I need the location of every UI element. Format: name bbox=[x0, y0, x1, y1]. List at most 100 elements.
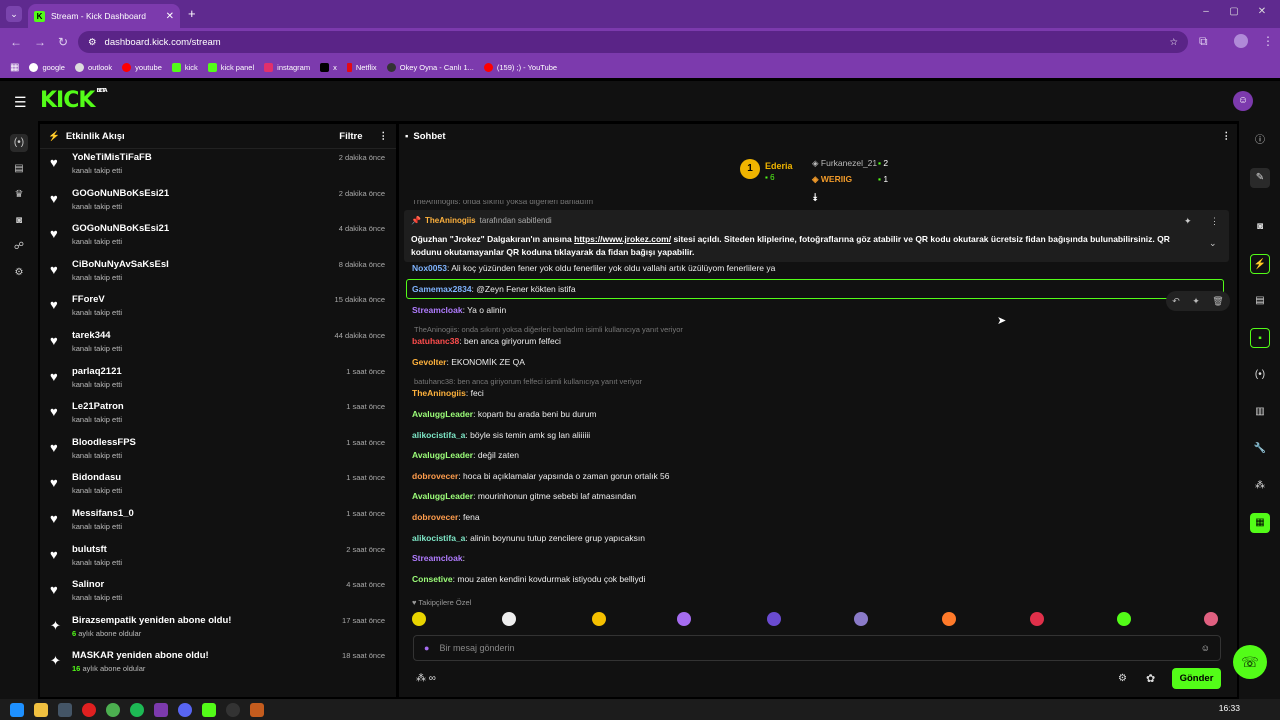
bookmark-kick-panel[interactable]: kick panel bbox=[207, 62, 254, 72]
moderation-shield-icon[interactable]: ◙ bbox=[1250, 217, 1270, 237]
activity-user[interactable]: Birazsempatik yeniden abone oldu! bbox=[72, 615, 231, 626]
unpin-icon[interactable]: ✦ bbox=[1184, 216, 1192, 227]
layout-icon[interactable]: ▥ bbox=[1250, 402, 1270, 422]
tab-close-icon[interactable]: ✕ bbox=[166, 11, 174, 22]
pinned-menu-icon[interactable]: ⋮ bbox=[1210, 216, 1219, 227]
chat-username[interactable]: AvaluggLeader bbox=[412, 450, 473, 460]
chat-message[interactable]: Gevolter: EKONOMİK ZE QA bbox=[412, 357, 525, 367]
tab-search-button[interactable]: ⌄ bbox=[6, 6, 22, 22]
expand-pinned-icon[interactable]: ⌄ bbox=[1209, 238, 1217, 249]
community-icon[interactable]: ☍ bbox=[10, 238, 28, 256]
edit-icon[interactable]: ✎ bbox=[1250, 168, 1270, 188]
emoji-icon[interactable]: ☺ bbox=[1201, 643, 1210, 653]
reload-icon[interactable]: ↻ bbox=[58, 35, 68, 49]
chat-username[interactable]: alikocistifa_a bbox=[412, 430, 465, 440]
stream-icon[interactable]: (•) bbox=[1250, 365, 1270, 385]
pin-message-icon[interactable]: ✦ bbox=[1192, 296, 1200, 307]
chat-message[interactable]: dobrovecer: hoca bi açıklamalar yapsında… bbox=[412, 471, 670, 481]
community-points-icon[interactable]: ⁂ bbox=[1250, 476, 1270, 496]
chat-username[interactable]: Streamcloak bbox=[412, 553, 463, 563]
chat-username[interactable]: Gamemax2834 bbox=[412, 284, 472, 294]
gifter-leaderboard[interactable]: 1 Ederia ▪ 6 ◈ Furkanezel_21 ▪ 2 ◈ WERII… bbox=[740, 155, 900, 187]
chat-username[interactable]: AvaluggLeader bbox=[412, 491, 473, 501]
emote-6[interactable] bbox=[854, 612, 868, 626]
close-window-button[interactable]: ✕ bbox=[1252, 6, 1272, 17]
chat-username[interactable]: Streamcloak bbox=[412, 305, 463, 315]
bookmark-instagram[interactable]: instagram bbox=[264, 62, 310, 72]
bookmark-x[interactable]: x bbox=[320, 62, 337, 72]
delete-icon[interactable]: 🗑 bbox=[1212, 296, 1223, 307]
chat-message[interactable]: AvaluggLeader: kopartı bu arada beni bu … bbox=[412, 409, 596, 419]
filter-button[interactable]: Filtre bbox=[339, 131, 362, 142]
support-chat-button[interactable]: ☏ bbox=[1233, 645, 1267, 679]
chat-toggle-icon[interactable]: ▪ bbox=[1250, 328, 1270, 348]
emote-9[interactable] bbox=[1117, 612, 1131, 626]
discord-icon[interactable] bbox=[178, 702, 192, 717]
chat-message[interactable]: Streamcloak: bbox=[412, 553, 465, 563]
chat-username[interactable]: alikocistifa_a bbox=[412, 533, 465, 543]
avatar[interactable]: ☺ bbox=[1233, 91, 1253, 111]
scroll-chat-icon[interactable]: ⯯ bbox=[812, 192, 819, 205]
chat-settings-icon[interactable]: ⚙ bbox=[1118, 673, 1127, 684]
mic-icon[interactable]: ● bbox=[424, 643, 429, 653]
chat-username[interactable]: Gevolter bbox=[412, 357, 447, 367]
moderation-icon[interactable]: ◙ bbox=[10, 212, 28, 230]
emote-10[interactable] bbox=[1204, 612, 1218, 626]
chat-username[interactable]: TheAninogiis bbox=[412, 388, 466, 398]
bookmark-youtube-2[interactable]: (159) ;) - YouTube bbox=[483, 62, 557, 72]
activity-user[interactable]: Le21Patron bbox=[72, 401, 124, 412]
activity-menu-icon[interactable]: ⋮ bbox=[379, 131, 389, 142]
chat-username[interactable]: AvaluggLeader bbox=[412, 409, 473, 419]
minimize-button[interactable]: – bbox=[1196, 6, 1216, 17]
site-info-icon[interactable]: ⚙ bbox=[88, 37, 97, 48]
bookmark-outlook[interactable]: outlook bbox=[74, 62, 112, 72]
emote-3[interactable] bbox=[592, 612, 606, 626]
settings-icon[interactable]: ⚙ bbox=[10, 264, 28, 282]
send-button[interactable]: Gönder bbox=[1172, 668, 1221, 689]
analytics-icon[interactable]: ▤ bbox=[10, 160, 28, 178]
emote-8[interactable] bbox=[1030, 612, 1044, 626]
emote-5[interactable] bbox=[767, 612, 781, 626]
trophy-icon[interactable]: ♛ bbox=[10, 186, 28, 204]
activity-user[interactable]: FForeV bbox=[72, 294, 122, 305]
activity-user[interactable]: parlaq2121 bbox=[72, 366, 122, 377]
browser-menu-icon[interactable]: ⋮ bbox=[1262, 34, 1274, 48]
tools-icon[interactable]: 🔧 bbox=[1250, 439, 1270, 459]
bookmark-kick[interactable]: kick bbox=[171, 62, 198, 72]
chat-message[interactable]: alikocistifa_a: böyle sis temin amk sg l… bbox=[412, 430, 590, 440]
chat-message[interactable]: Nox0053: Ali koç yüzünden fener yok oldu… bbox=[412, 263, 775, 273]
chat-message[interactable]: dobrovecer: fena bbox=[412, 512, 480, 522]
pinned-link[interactable]: https://www.jrokez.com/ bbox=[574, 234, 671, 244]
chat-username[interactable]: dobrovecer bbox=[412, 471, 458, 481]
bookmark-youtube[interactable]: youtube bbox=[122, 62, 162, 72]
chrome-icon[interactable] bbox=[106, 702, 120, 717]
info-icon[interactable]: ⓘ bbox=[1250, 131, 1270, 151]
activity-user[interactable]: tarek344 bbox=[72, 330, 122, 341]
forward-icon[interactable]: → bbox=[34, 35, 46, 49]
clip-icon[interactable]: ▦ bbox=[1250, 513, 1270, 533]
chat-username[interactable]: dobrovecer bbox=[412, 512, 458, 522]
emote-7[interactable] bbox=[942, 612, 956, 626]
activity-user[interactable]: GOGoNuNBoKsEsi21 bbox=[72, 188, 169, 199]
bookmark-star-icon[interactable]: ☆ bbox=[1169, 37, 1178, 48]
chat-message[interactable]: Gamemax2834: @Zeyn Fener kökten istifa bbox=[412, 284, 576, 294]
maximize-button[interactable]: ▢ bbox=[1224, 6, 1244, 17]
activity-user[interactable]: bulutsft bbox=[72, 544, 122, 555]
activity-user[interactable]: BloodlessFPS bbox=[72, 437, 136, 448]
opera-icon[interactable] bbox=[82, 702, 96, 717]
emote-1[interactable] bbox=[412, 612, 426, 626]
chat-message[interactable]: TheAninogiis: feci bbox=[412, 388, 484, 398]
new-tab-button[interactable]: + bbox=[188, 6, 196, 21]
steam-icon[interactable] bbox=[58, 702, 72, 717]
apps-icon[interactable]: ▦ bbox=[10, 62, 19, 73]
chat-message[interactable]: batuhanc38: ben anca giriyorum felfeci bbox=[412, 336, 561, 346]
kick-logo[interactable]: KICK BETA bbox=[40, 88, 108, 113]
bookmark-okey[interactable]: Okey Oyna - Canlı 1... bbox=[386, 62, 474, 72]
activity-user[interactable]: Messifans1_0 bbox=[72, 508, 134, 519]
points-icon[interactable]: ⁂ ∞ bbox=[416, 673, 436, 684]
chat-input[interactable]: ● Bir mesaj gönderin ☺ bbox=[413, 635, 1221, 661]
profile-icon[interactable] bbox=[1234, 34, 1248, 48]
chrome-active-icon[interactable] bbox=[154, 702, 168, 717]
chat-message[interactable]: alikocistifa_a: alinin boynunu tutup zen… bbox=[412, 533, 645, 543]
game-icon[interactable] bbox=[250, 702, 264, 717]
